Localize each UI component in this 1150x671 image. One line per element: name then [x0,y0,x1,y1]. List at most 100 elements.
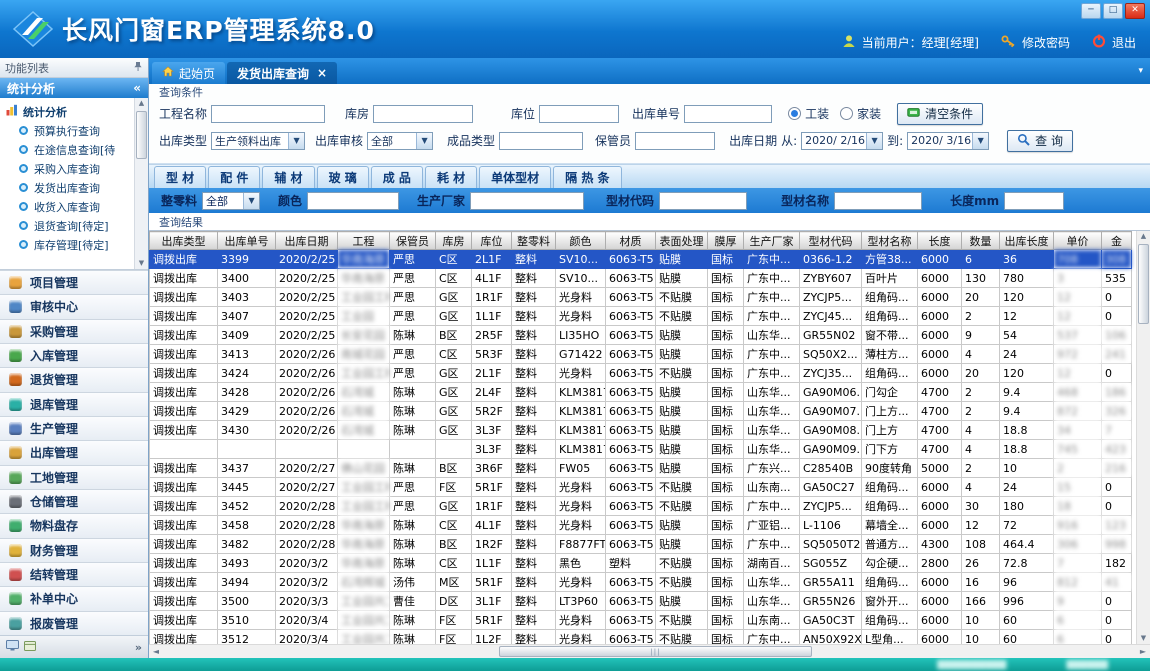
material-tab[interactable]: 辅 材 [262,166,314,188]
search-button[interactable]: 查 询 [1007,130,1073,152]
sidebar-menu-item[interactable]: 生产管理 [0,416,148,440]
tree-item[interactable]: 库存管理[待定] [6,235,134,254]
expand-icon[interactable]: » [135,641,142,654]
scrollbar-thumb[interactable]: ||| [499,646,811,657]
table-row[interactable]: 调拨出库34522020/2/28工业园工程严思G区1R1F整料光身料6063-… [150,497,1132,516]
zhengling-select[interactable]: 全部 ▼ [202,192,260,210]
sidebar-menu-item[interactable]: 退货管理 [0,367,148,391]
color-input[interactable] [307,192,399,210]
column-header[interactable]: 库房 [436,232,472,250]
material-tab[interactable]: 型 材 [154,166,206,188]
tree-item[interactable]: 采购入库查询 [6,159,134,178]
column-header[interactable]: 出库日期 [276,232,338,250]
collapse-icon[interactable]: « [133,81,141,95]
scroll-left-icon[interactable]: ◄ [149,647,163,656]
scroll-right-icon[interactable]: ► [1136,647,1150,656]
profile-name-input[interactable] [834,192,922,210]
date-from-picker[interactable]: 2020/ 2/16 ▼ [801,132,883,150]
material-tab[interactable]: 玻 璃 [317,166,369,188]
sidebar-menu-item[interactable]: 补单中心 [0,586,148,610]
table-row[interactable]: 调拨出库34282020/2/26石湾城陈琳G区2L4F整料KLM3817606… [150,383,1132,402]
table-row[interactable]: 调拨出库34372020/2/27佛山花园陈琳B区3R6F整料FW056063-… [150,459,1132,478]
tree-item[interactable]: 发货出库查询 [6,178,134,197]
project-name-input[interactable] [211,105,325,123]
sidebar-menu-item[interactable]: 物料盘存 [0,513,148,537]
column-header[interactable]: 型材代码 [800,232,862,250]
logout-button[interactable]: 退出 [1112,34,1136,51]
order-no-input[interactable] [684,105,772,123]
sidebar-menu-item[interactable]: 退库管理 [0,392,148,416]
scroll-up-icon[interactable]: ▲ [139,98,144,109]
column-header[interactable]: 出库长度 [1000,232,1054,250]
column-header[interactable]: 数量 [962,232,1000,250]
tree-item[interactable]: 预算执行查询 [6,121,134,140]
sidebar-menu-item[interactable]: 入库管理 [0,343,148,367]
table-row[interactable]: 调拨出库34292020/2/26石湾城陈琳G区5R2F整料KLM3817606… [150,402,1132,421]
location-input[interactable] [539,105,619,123]
table-row[interactable]: 调拨出库35122020/3/4工业园共工程陈琳F区1L2F整料光身料6063-… [150,630,1132,645]
scroll-up-icon[interactable]: ▲ [1141,231,1146,242]
tab-shipping-outbound-query[interactable]: 发货出库查询 × [227,62,337,84]
tree-item[interactable]: 收货入库查询 [6,197,134,216]
tree-item[interactable]: 退货查询[待定] [6,216,134,235]
table-row[interactable]: 3L3F整料KLM38176063-T5贴膜国标山东华...GA90M09...… [150,440,1132,459]
chevron-down-icon[interactable]: ▼ [972,133,988,149]
table-row[interactable]: 调拨出库34002020/2/25华南海原严思C区4L1F整料SV10...60… [150,269,1132,288]
column-header[interactable]: 金 [1102,232,1132,250]
table-row[interactable]: 调拨出库34942020/3/2石湾辉城汤伟M区5R1F整料光身料6063-T5… [150,573,1132,592]
scrollbar-thumb[interactable] [1138,244,1149,324]
out-type-select[interactable]: 生产领料出库 ▼ [211,132,305,150]
pin-icon[interactable] [133,61,143,75]
panel-icon[interactable] [24,641,36,654]
change-password-button[interactable]: 修改密码 [1022,34,1070,51]
scrollbar-thumb[interactable] [136,111,147,159]
column-header[interactable]: 工程 [338,232,390,250]
product-type-input[interactable] [499,132,583,150]
table-row[interactable]: 调拨出库34932020/3/2华南海原陈琳C区1L1F整料黑色塑料不贴膜国标湖… [150,554,1132,573]
tab-start-page[interactable]: 起始页 [152,62,225,84]
column-header[interactable]: 型材名称 [862,232,918,250]
maximize-button[interactable]: □ [1103,3,1123,19]
table-row[interactable]: 调拨出库35002020/3/3工业园共工程曹佳D区3L1F整料LT3P6060… [150,592,1132,611]
date-to-picker[interactable]: 2020/ 3/16 ▼ [907,132,989,150]
column-header[interactable]: 颜色 [556,232,606,250]
audit-select[interactable]: 全部 ▼ [367,132,433,150]
tab-close-icon[interactable]: × [317,66,327,80]
sidebar-panel-header[interactable]: 统计分析 « [0,78,148,98]
table-row[interactable]: 调拨出库34302020/2/26石湾城陈琳G区3L3F整料KLM3817606… [150,421,1132,440]
length-input[interactable] [1004,192,1064,210]
column-header[interactable]: 长度 [918,232,962,250]
table-row[interactable]: 调拨出库34132020/2/26南城花园严思C区5R3F整料G71422606… [150,345,1132,364]
sidebar-menu-item[interactable]: 审核中心 [0,294,148,318]
chevron-down-icon[interactable]: ▼ [416,133,432,149]
clear-conditions-button[interactable]: 清空条件 [897,103,983,125]
minimize-button[interactable]: ─ [1081,3,1101,19]
material-tab[interactable]: 单体型材 [479,166,551,188]
table-row[interactable]: 调拨出库34092020/2/25长安花园陈琳B区2R5F整料LI35HO606… [150,326,1132,345]
tab-list-dropdown-icon[interactable]: ▾ [1138,66,1143,76]
close-button[interactable]: ✕ [1125,3,1145,19]
column-header[interactable]: 表面处理 [656,232,708,250]
sidebar-menu-item[interactable]: 仓储管理 [0,489,148,513]
material-tab[interactable]: 配 件 [208,166,260,188]
column-header[interactable]: 出库单号 [218,232,276,250]
chevron-down-icon[interactable]: ▼ [866,133,882,149]
table-row[interactable]: 调拨出库34032020/2/25工业园工程严思G区1R1F整料光身料6063-… [150,288,1132,307]
sidebar-menu-item[interactable]: 结转管理 [0,562,148,586]
sidebar-menu-item[interactable]: 财务管理 [0,538,148,562]
horizontal-scrollbar[interactable]: ◄ ||| ► [149,644,1150,658]
column-header[interactable]: 保管员 [390,232,436,250]
tree-scrollbar[interactable]: ▲ ▼ [134,98,148,269]
tree-root-statistics[interactable]: 统计分析 [6,102,134,121]
tree-item[interactable]: 在途信息查询[待 [6,140,134,159]
manufacturer-input[interactable] [470,192,584,210]
sidebar-menu-item[interactable]: 采购管理 [0,319,148,343]
chevron-down-icon[interactable]: ▼ [243,193,259,209]
table-row[interactable]: 调拨出库34822020/2/28华南海原陈琳B区1R2F整料F8877FT60… [150,535,1132,554]
table-row[interactable]: 调拨出库34072020/2/25工业园严思G区1L1F整料光身料6063-T5… [150,307,1132,326]
monitor-icon[interactable] [6,640,19,654]
radio-jiazhuang[interactable] [840,107,853,120]
sidebar-menu-item[interactable]: 项目管理 [0,270,148,294]
radio-gongzhuang[interactable] [788,107,801,120]
chevron-down-icon[interactable]: ▼ [288,133,304,149]
